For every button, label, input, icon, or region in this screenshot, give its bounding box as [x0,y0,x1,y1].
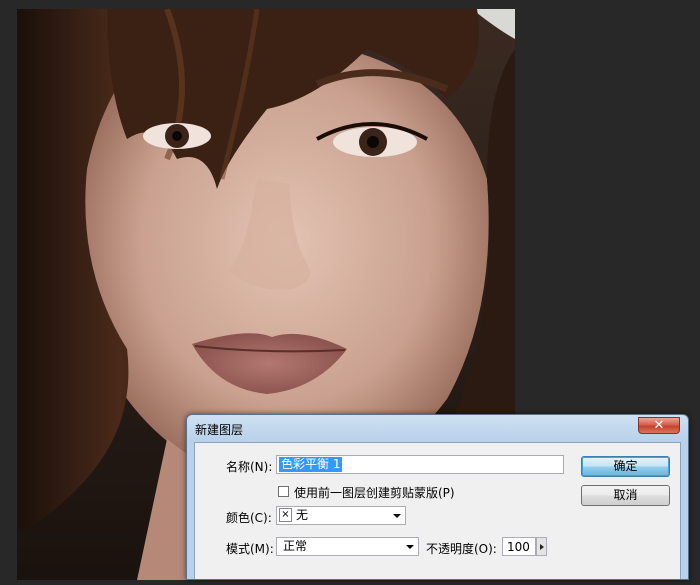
opacity-input[interactable]: 100 [502,537,536,556]
clip-mask-label: 使用前一图层创建剪贴蒙版(P) [294,486,455,500]
dialog-title: 新建图层 [195,423,244,437]
no-color-swatch-icon: × [279,508,292,522]
dialog-body: 名称(N): 色彩平衡 1 使用前一图层创建剪贴蒙版(P) 颜色(C): × 无… [194,442,681,579]
close-button[interactable]: ✕ [638,417,680,434]
blend-mode-select[interactable]: 正常 [276,537,419,556]
opacity-label: 不透明度(O): [426,542,497,556]
ok-button[interactable]: 确定 [581,456,670,477]
chevron-down-icon [406,545,414,549]
opacity-value: 100 [507,540,530,554]
layer-name-value: 色彩平衡 1 [279,457,343,472]
arrow-right-icon [540,544,544,550]
chevron-down-icon [393,514,401,518]
blend-mode-value: 正常 [283,539,308,553]
close-icon: ✕ [653,418,665,433]
dialog-titlebar[interactable]: 新建图层 ✕ [187,415,688,442]
color-value: 无 [296,508,309,522]
cancel-button[interactable]: 取消 [581,485,670,506]
layer-name-input[interactable]: 色彩平衡 1 [276,455,564,474]
mode-label: 模式(M): [226,542,274,556]
clip-mask-checkbox[interactable] [278,486,289,497]
opacity-slider-toggle[interactable] [536,537,547,556]
color-select[interactable]: × 无 [276,506,406,525]
color-label: 颜色(C): [226,511,272,525]
new-layer-dialog: 新建图层 ✕ 名称(N): 色彩平衡 1 使用前一图层创建剪贴蒙版(P) 颜色(… [186,414,689,580]
name-label: 名称(N): [226,460,273,474]
